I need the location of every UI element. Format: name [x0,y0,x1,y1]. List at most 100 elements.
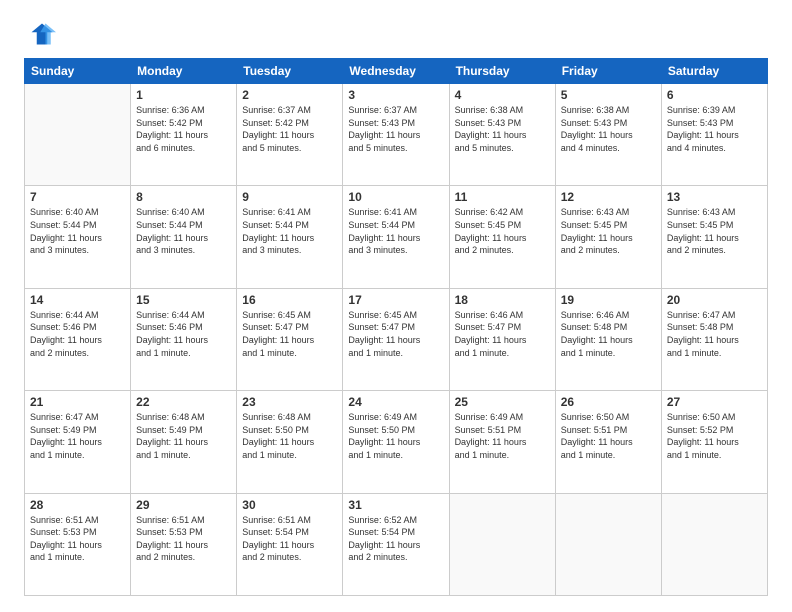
calendar-cell: 6Sunrise: 6:39 AM Sunset: 5:43 PM Daylig… [661,84,767,186]
cell-info: Sunrise: 6:48 AM Sunset: 5:50 PM Dayligh… [242,411,337,461]
calendar-cell: 9 Sunrise: 6:41 AM Sunset: 5:44 PM Daylig… [237,186,343,288]
calendar-cell: 26 Sunrise: 6:50 AM Sunset: 5:51 PM Dayli… [555,391,661,493]
cell-info: Sunrise: 6:40 AM Sunset: 5:44 PM Dayligh… [136,206,231,256]
day-number: 21 [30,395,125,409]
calendar-cell [661,493,767,595]
calendar-cell: 15Sunrise: 6:44 AM Sunset: 5:46 PM Dayli… [131,288,237,390]
cell-info: Sunrise: 6:46 AM Sunset: 5:48 PM Dayligh… [561,309,656,359]
cell-info: Sunrise: 6:41 AM Sunset: 5:44 PM Dayligh… [348,206,443,256]
cell-info: Sunrise: 6:50 AM Sunset: 5:51 PM Dayligh… [561,411,656,461]
calendar-cell: 7 Sunrise: 6:40 AM Sunset: 5:44 PM Daylig… [25,186,131,288]
day-number: 17 [348,293,443,307]
cell-info: Sunrise: 6:40 AM Sunset: 5:44 PM Dayligh… [30,206,125,256]
cell-info: Sunrise: 6:46 AM Sunset: 5:47 PM Dayligh… [455,309,550,359]
day-number: 11 [455,190,550,204]
calendar-cell [555,493,661,595]
calendar-cell: 29 Sunrise: 6:51 AM Sunset: 5:53 PM Dayli… [131,493,237,595]
cell-info: Sunrise: 6:37 AM Sunset: 5:43 PM Dayligh… [348,104,443,154]
day-number: 20 [667,293,762,307]
calendar-cell: 19 Sunrise: 6:46 AM Sunset: 5:48 PM Dayli… [555,288,661,390]
day-number: 15 [136,293,231,307]
day-header-monday: Monday [131,59,237,84]
cell-info: Sunrise: 6:45 AM Sunset: 5:47 PM Dayligh… [348,309,443,359]
day-number: 27 [667,395,762,409]
calendar-table: SundayMondayTuesdayWednesdayThursdayFrid… [24,58,768,596]
day-number: 23 [242,395,337,409]
page: SundayMondayTuesdayWednesdayThursdayFrid… [0,0,792,612]
calendar-cell: 2 Sunrise: 6:37 AM Sunset: 5:42 PM Daylig… [237,84,343,186]
cell-info: Sunrise: 6:50 AM Sunset: 5:52 PM Dayligh… [667,411,762,461]
day-number: 22 [136,395,231,409]
header [24,20,768,48]
day-number: 25 [455,395,550,409]
calendar-cell: 20 Sunrise: 6:47 AM Sunset: 5:48 PM Dayli… [661,288,767,390]
calendar-cell: 1Sunrise: 6:36 AM Sunset: 5:42 PM Daylig… [131,84,237,186]
cell-info: Sunrise: 6:47 AM Sunset: 5:48 PM Dayligh… [667,309,762,359]
day-number: 26 [561,395,656,409]
calendar-cell: 17 Sunrise: 6:45 AM Sunset: 5:47 PM Dayli… [343,288,449,390]
day-number: 24 [348,395,443,409]
cell-info: Sunrise: 6:36 AM Sunset: 5:42 PM Dayligh… [136,104,231,154]
cell-info: Sunrise: 6:43 AM Sunset: 5:45 PM Dayligh… [561,206,656,256]
day-number: 9 [242,190,337,204]
cell-info: Sunrise: 6:49 AM Sunset: 5:51 PM Dayligh… [455,411,550,461]
day-number: 29 [136,498,231,512]
calendar-cell: 3 Sunrise: 6:37 AM Sunset: 5:43 PM Daylig… [343,84,449,186]
day-number: 3 [348,88,443,102]
day-header-saturday: Saturday [661,59,767,84]
day-header-thursday: Thursday [449,59,555,84]
cell-info: Sunrise: 6:51 AM Sunset: 5:53 PM Dayligh… [30,514,125,564]
calendar-cell: 30 Sunrise: 6:51 AM Sunset: 5:54 PM Dayli… [237,493,343,595]
cell-info: Sunrise: 6:49 AM Sunset: 5:50 PM Dayligh… [348,411,443,461]
calendar-cell: 5Sunrise: 6:38 AM Sunset: 5:43 PM Daylig… [555,84,661,186]
day-number: 14 [30,293,125,307]
day-header-friday: Friday [555,59,661,84]
calendar-cell: 13Sunrise: 6:43 AM Sunset: 5:45 PM Dayli… [661,186,767,288]
calendar-cell: 25 Sunrise: 6:49 AM Sunset: 5:51 PM Dayli… [449,391,555,493]
cell-info: Sunrise: 6:41 AM Sunset: 5:44 PM Dayligh… [242,206,337,256]
cell-info: Sunrise: 6:47 AM Sunset: 5:49 PM Dayligh… [30,411,125,461]
calendar-cell: 23 Sunrise: 6:48 AM Sunset: 5:50 PM Dayli… [237,391,343,493]
day-number: 8 [136,190,231,204]
cell-info: Sunrise: 6:45 AM Sunset: 5:47 PM Dayligh… [242,309,337,359]
calendar-week-1: 7 Sunrise: 6:40 AM Sunset: 5:44 PM Daylig… [25,186,768,288]
day-number: 5 [561,88,656,102]
cell-info: Sunrise: 6:38 AM Sunset: 5:43 PM Dayligh… [455,104,550,154]
calendar-cell: 31 Sunrise: 6:52 AM Sunset: 5:54 PM Dayli… [343,493,449,595]
day-number: 16 [242,293,337,307]
calendar-week-0: 1Sunrise: 6:36 AM Sunset: 5:42 PM Daylig… [25,84,768,186]
day-number: 6 [667,88,762,102]
day-number: 30 [242,498,337,512]
calendar-cell [25,84,131,186]
calendar-week-4: 28 Sunrise: 6:51 AM Sunset: 5:53 PM Dayli… [25,493,768,595]
day-number: 2 [242,88,337,102]
calendar-header-row: SundayMondayTuesdayWednesdayThursdayFrid… [25,59,768,84]
logo [24,20,56,48]
day-number: 4 [455,88,550,102]
day-number: 19 [561,293,656,307]
cell-info: Sunrise: 6:48 AM Sunset: 5:49 PM Dayligh… [136,411,231,461]
calendar-cell: 16 Sunrise: 6:45 AM Sunset: 5:47 PM Dayli… [237,288,343,390]
day-number: 18 [455,293,550,307]
day-header-wednesday: Wednesday [343,59,449,84]
calendar-cell: 8 Sunrise: 6:40 AM Sunset: 5:44 PM Daylig… [131,186,237,288]
day-number: 13 [667,190,762,204]
day-number: 7 [30,190,125,204]
calendar-cell: 24 Sunrise: 6:49 AM Sunset: 5:50 PM Dayli… [343,391,449,493]
cell-info: Sunrise: 6:51 AM Sunset: 5:53 PM Dayligh… [136,514,231,564]
calendar-cell: 18 Sunrise: 6:46 AM Sunset: 5:47 PM Dayli… [449,288,555,390]
cell-info: Sunrise: 6:52 AM Sunset: 5:54 PM Dayligh… [348,514,443,564]
day-header-sunday: Sunday [25,59,131,84]
cell-info: Sunrise: 6:44 AM Sunset: 5:46 PM Dayligh… [30,309,125,359]
day-number: 28 [30,498,125,512]
cell-info: Sunrise: 6:51 AM Sunset: 5:54 PM Dayligh… [242,514,337,564]
calendar-cell: 12Sunrise: 6:43 AM Sunset: 5:45 PM Dayli… [555,186,661,288]
calendar-week-3: 21 Sunrise: 6:47 AM Sunset: 5:49 PM Dayli… [25,391,768,493]
cell-info: Sunrise: 6:42 AM Sunset: 5:45 PM Dayligh… [455,206,550,256]
cell-info: Sunrise: 6:37 AM Sunset: 5:42 PM Dayligh… [242,104,337,154]
calendar-cell: 27 Sunrise: 6:50 AM Sunset: 5:52 PM Dayli… [661,391,767,493]
day-number: 31 [348,498,443,512]
logo-icon [28,20,56,48]
calendar-cell: 22 Sunrise: 6:48 AM Sunset: 5:49 PM Dayli… [131,391,237,493]
calendar-cell: 21 Sunrise: 6:47 AM Sunset: 5:49 PM Dayli… [25,391,131,493]
